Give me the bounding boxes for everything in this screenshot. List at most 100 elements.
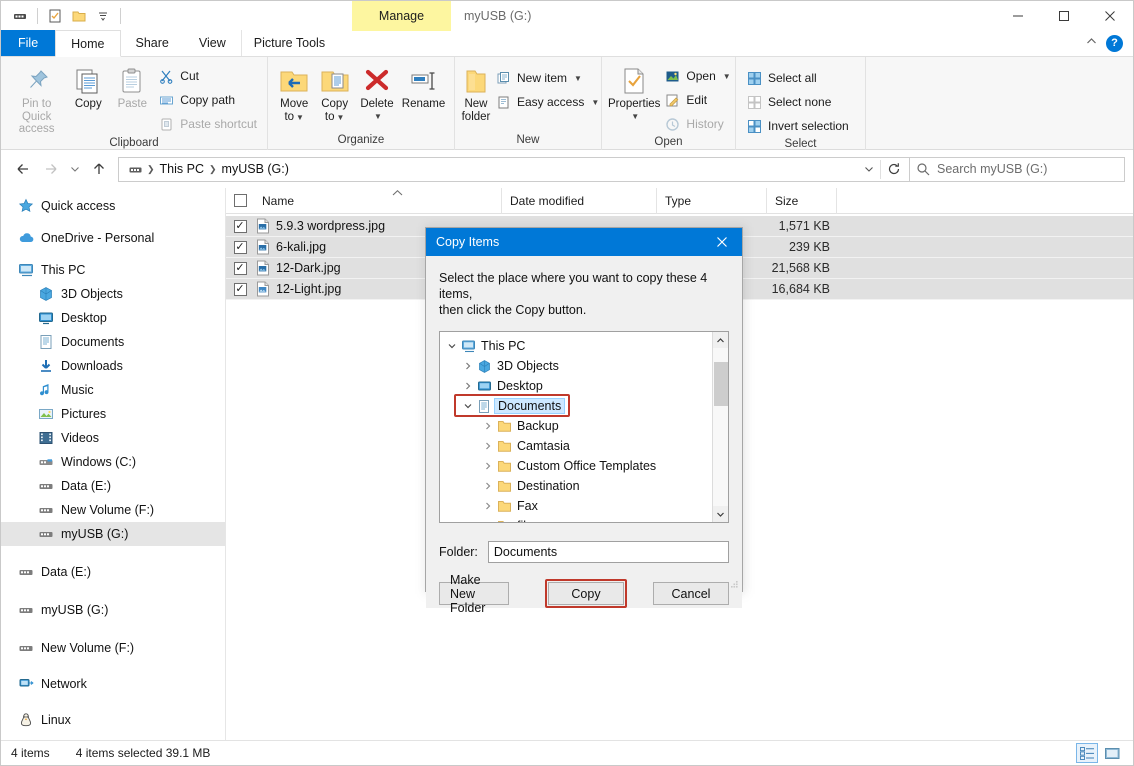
folder-tree[interactable]: This PC 3D Objects Des: [439, 331, 729, 523]
edit-button[interactable]: Edit: [660, 89, 734, 111]
sidebar-item-network[interactable]: Network: [1, 672, 225, 696]
chevron-right-icon[interactable]: [480, 501, 496, 511]
cut-button[interactable]: Cut: [154, 65, 261, 87]
column-header-name[interactable]: Name: [254, 188, 502, 214]
open-button[interactable]: Open ▼: [660, 65, 734, 87]
recent-locations-chevron-down-icon[interactable]: [65, 155, 85, 183]
help-icon[interactable]: ?: [1106, 35, 1123, 52]
column-header-type[interactable]: Type: [657, 188, 767, 214]
chevron-right-icon[interactable]: [480, 461, 496, 471]
new-item-button[interactable]: New item ▼: [491, 67, 603, 89]
pin-to-quick-access-button[interactable]: Pin to Quick access: [7, 61, 66, 136]
scroll-thumb[interactable]: [714, 362, 728, 406]
scroll-track[interactable]: [713, 348, 729, 506]
breadcrumb-item-myusb[interactable]: myUSB (G:): [218, 162, 293, 176]
checkbox-checked[interactable]: ✓: [234, 241, 247, 254]
copy-button[interactable]: Copy: [66, 61, 110, 111]
sidebar-item-pictures[interactable]: Pictures: [1, 402, 225, 426]
breadcrumb-separator-0[interactable]: ❯: [146, 164, 156, 175]
sidebar-item-linux[interactable]: Linux: [1, 708, 225, 732]
tree-node-files[interactable]: files: [440, 516, 712, 522]
select-all-checkbox[interactable]: [226, 194, 254, 207]
customize-qat-chevron-down-icon[interactable]: [92, 5, 114, 27]
system-menu-icon[interactable]: [9, 5, 31, 27]
tree-node-custom-office-templates[interactable]: Custom Office Templates: [440, 456, 712, 476]
dialog-resize-grip[interactable]: [729, 579, 739, 589]
move-to-button[interactable]: Move to▼: [274, 61, 314, 124]
contextual-tab-manage[interactable]: Manage: [352, 1, 451, 31]
sidebar-item-myusb-g-selected[interactable]: myUSB (G:): [1, 522, 225, 546]
row-checkbox[interactable]: ✓: [226, 262, 254, 275]
breadcrumb-separator-1[interactable]: ❯: [208, 164, 218, 175]
chevron-right-icon[interactable]: [480, 421, 496, 431]
address-dropdown-chevron-down-icon[interactable]: [858, 158, 880, 181]
chevron-right-icon[interactable]: [480, 521, 496, 522]
checkbox[interactable]: [234, 194, 247, 207]
tree-node-3d-objects[interactable]: 3D Objects: [440, 356, 712, 376]
select-all-button[interactable]: Select all: [742, 67, 853, 89]
tree-node-camtasia[interactable]: Camtasia: [440, 436, 712, 456]
sidebar-item-music[interactable]: Music: [1, 378, 225, 402]
column-header-size[interactable]: Size: [767, 188, 837, 214]
tree-node-this-pc[interactable]: This PC: [440, 336, 712, 356]
delete-button[interactable]: Delete ▼: [355, 61, 399, 123]
select-none-button[interactable]: Select none: [742, 91, 853, 113]
rename-button[interactable]: Rename: [399, 61, 448, 111]
easy-access-button[interactable]: Easy access ▼: [491, 91, 603, 113]
tab-view[interactable]: View: [184, 30, 241, 56]
row-checkbox[interactable]: ✓: [226, 220, 254, 233]
breadcrumb-item-this-pc[interactable]: This PC: [156, 162, 208, 176]
tab-file[interactable]: File: [1, 30, 55, 56]
tree-node-desktop[interactable]: Desktop: [440, 376, 712, 396]
sidebar-item-videos[interactable]: Videos: [1, 426, 225, 450]
forward-button[interactable]: [37, 155, 65, 183]
checkbox-checked[interactable]: ✓: [234, 262, 247, 275]
scroll-down-arrow-icon[interactable]: [713, 506, 729, 522]
navigation-pane[interactable]: Quick access OneDrive - Personal This PC…: [1, 188, 226, 740]
chevron-right-icon[interactable]: [460, 361, 476, 371]
cancel-button[interactable]: Cancel: [653, 582, 729, 605]
copy-path-button[interactable]: Copy path: [154, 89, 261, 111]
checkbox-checked[interactable]: ✓: [234, 283, 247, 296]
dialog-close-button[interactable]: [702, 228, 742, 256]
tab-share[interactable]: Share: [121, 30, 184, 56]
maximize-button[interactable]: [1041, 1, 1087, 31]
chevron-down-icon[interactable]: [444, 341, 460, 351]
history-button[interactable]: History: [660, 113, 734, 135]
copy-to-button[interactable]: Copy to▼: [314, 61, 354, 124]
invert-selection-button[interactable]: Invert selection: [742, 115, 853, 137]
tab-home[interactable]: Home: [55, 30, 120, 57]
back-button[interactable]: [9, 155, 37, 183]
tree-node-fax[interactable]: Fax: [440, 496, 712, 516]
collapse-ribbon-chevron-up-icon[interactable]: [1085, 35, 1098, 51]
sidebar-item-new-volume-f-root[interactable]: New Volume (F:): [1, 636, 225, 660]
tree-scrollbar[interactable]: [712, 332, 728, 522]
sidebar-item-quick-access[interactable]: Quick access: [1, 194, 225, 218]
scroll-up-arrow-icon[interactable]: [713, 332, 729, 348]
new-folder-button[interactable]: New folder: [461, 61, 491, 123]
checkbox-checked[interactable]: ✓: [234, 220, 247, 233]
new-folder-icon[interactable]: [68, 5, 90, 27]
close-button[interactable]: [1087, 1, 1133, 31]
row-checkbox[interactable]: ✓: [226, 283, 254, 296]
folder-input[interactable]: Documents: [488, 541, 729, 563]
sidebar-item-new-volume-f[interactable]: New Volume (F:): [1, 498, 225, 522]
properties-button[interactable]: Properties ▼: [608, 61, 660, 123]
row-checkbox[interactable]: ✓: [226, 241, 254, 254]
tree-node-documents[interactable]: Documents: [440, 396, 712, 416]
minimize-button[interactable]: [995, 1, 1041, 31]
chevron-right-icon[interactable]: [480, 481, 496, 491]
sidebar-item-data-e-root[interactable]: Data (E:): [1, 560, 225, 584]
properties-icon[interactable]: [44, 5, 66, 27]
sidebar-item-myusb-g-root[interactable]: myUSB (G:): [1, 598, 225, 622]
paste-button[interactable]: Paste: [110, 61, 154, 111]
column-header-date-modified[interactable]: Date modified: [502, 188, 657, 214]
copy-button[interactable]: Copy: [548, 582, 624, 605]
sidebar-item-documents[interactable]: Documents: [1, 330, 225, 354]
sidebar-item-onedrive[interactable]: OneDrive - Personal: [1, 226, 225, 250]
large-icons-view-icon[interactable]: [1101, 743, 1123, 763]
sidebar-item-this-pc[interactable]: This PC: [1, 258, 225, 282]
sidebar-item-desktop[interactable]: Desktop: [1, 306, 225, 330]
refresh-button[interactable]: [881, 158, 907, 181]
sidebar-item-3d-objects[interactable]: 3D Objects: [1, 282, 225, 306]
